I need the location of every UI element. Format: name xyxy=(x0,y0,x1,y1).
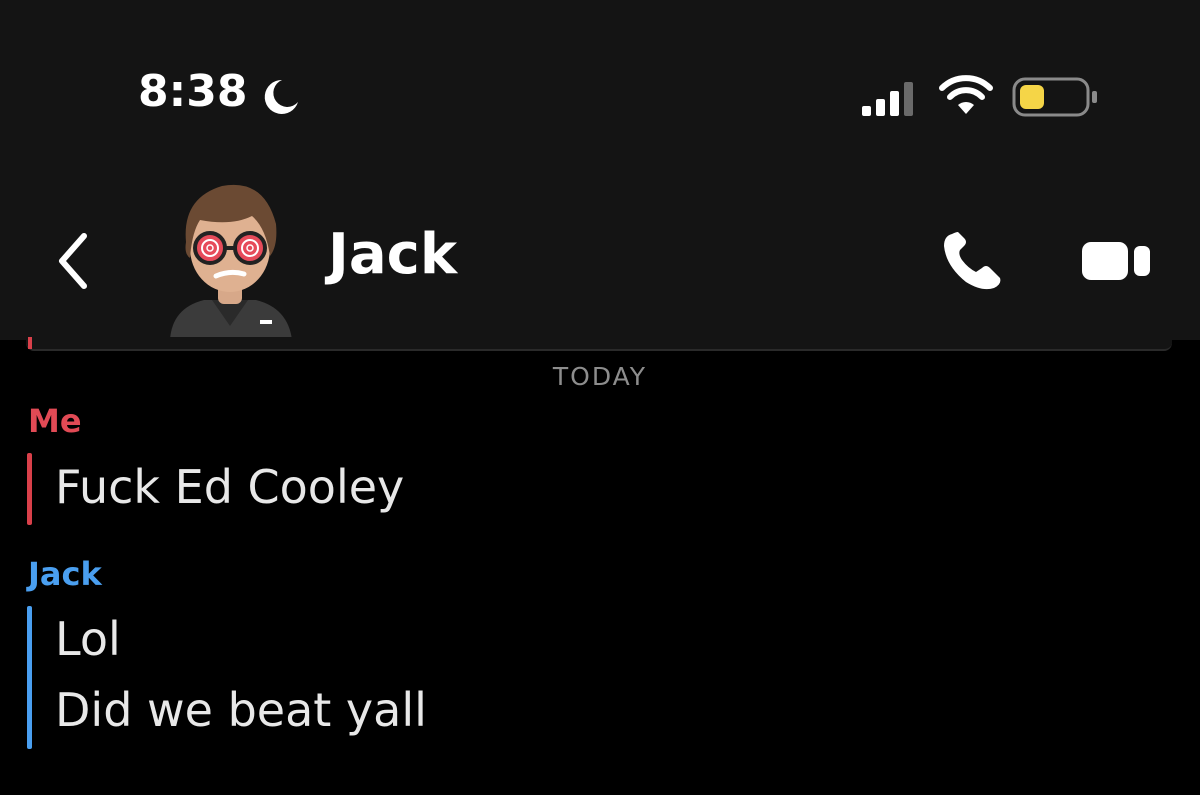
message-text[interactable]: Did we beat yall xyxy=(55,683,427,737)
back-button[interactable] xyxy=(50,226,100,296)
cellular-signal-icon xyxy=(862,82,913,116)
sender-label-me: Me xyxy=(28,402,82,440)
message-text[interactable]: Lol xyxy=(55,612,121,666)
header-bottom-edge xyxy=(26,337,1172,351)
wifi-icon xyxy=(939,75,993,114)
message-bar-me xyxy=(27,453,32,525)
contact-name[interactable]: Jack xyxy=(328,222,457,287)
message-text[interactable]: Fuck Ed Cooley xyxy=(55,460,404,514)
date-divider: TODAY xyxy=(552,362,648,391)
moon-icon xyxy=(264,79,298,114)
sender-label-jack: Jack xyxy=(28,555,102,593)
previous-message-indicator xyxy=(28,337,32,349)
phone-icon[interactable] xyxy=(938,228,1008,294)
battery-icon xyxy=(1012,77,1097,117)
message-bar-jack xyxy=(27,606,32,749)
status-time: 8:38 xyxy=(138,66,248,117)
chat-header: 8:38 Jack xyxy=(0,0,1200,340)
video-camera-icon[interactable] xyxy=(1078,238,1154,284)
avatar[interactable] xyxy=(160,176,300,340)
